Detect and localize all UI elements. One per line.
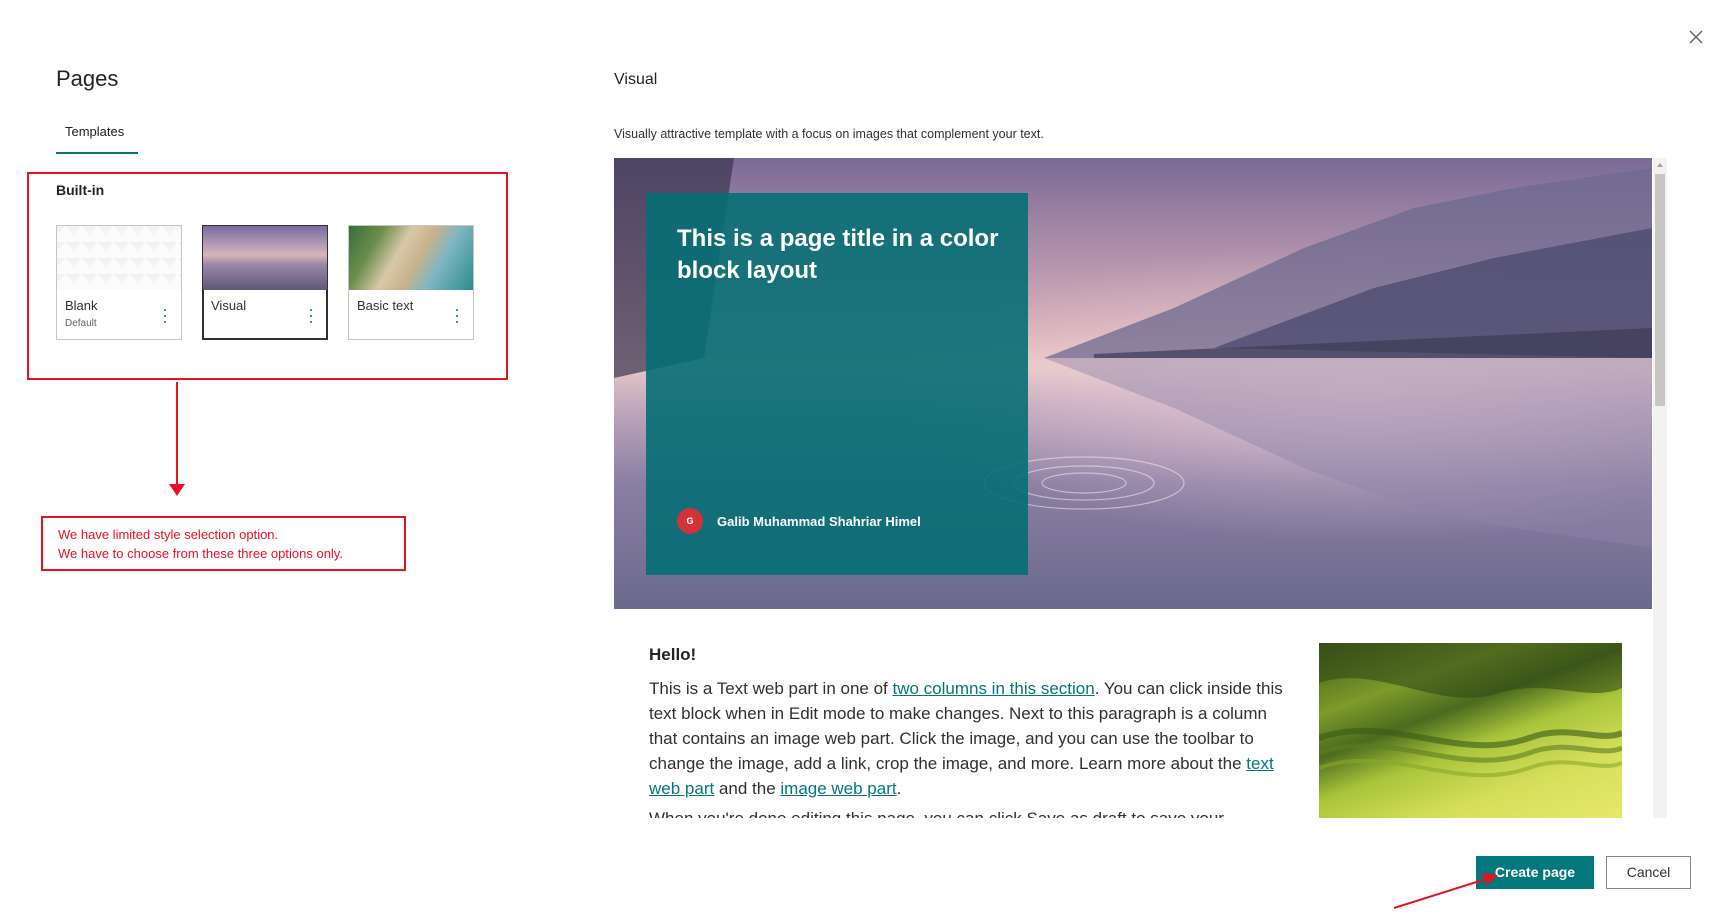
author-name: Galib Muhammad Shahriar Himel bbox=[717, 514, 921, 529]
basic-text-thumbnail bbox=[349, 226, 473, 290]
template-card-basic-text[interactable]: Basic text bbox=[348, 225, 474, 340]
title-color-block: This is a page title in a color block la… bbox=[646, 193, 1028, 575]
template-name: Visual bbox=[211, 298, 247, 313]
body-next-line: When you're done editing this page, you … bbox=[649, 806, 1289, 818]
template-card-visual[interactable]: Visual bbox=[202, 225, 328, 340]
close-icon bbox=[1689, 30, 1703, 44]
link-two-columns[interactable]: two columns in this section bbox=[892, 679, 1094, 698]
annotation-line-1: We have limited style selection option. bbox=[58, 527, 279, 542]
section-title: Built-in bbox=[56, 182, 105, 198]
template-name: Blank bbox=[65, 298, 98, 313]
preview-description: Visually attractive template with a focu… bbox=[614, 127, 1044, 141]
body-text-run: This is a Text web part in one of bbox=[649, 679, 893, 698]
body-text-run: . bbox=[896, 779, 902, 798]
link-image-web-part[interactable]: image web part bbox=[780, 779, 896, 798]
body-paragraph: This is a Text web part in one of two co… bbox=[649, 676, 1289, 801]
preview-scrollbar[interactable] bbox=[1653, 158, 1667, 818]
hero-image: This is a page title in a color block la… bbox=[614, 158, 1652, 609]
close-button[interactable] bbox=[1685, 26, 1707, 48]
scroll-up-icon[interactable] bbox=[1657, 163, 1663, 167]
more-options-icon[interactable] bbox=[305, 306, 317, 326]
preview-title: Visual bbox=[614, 71, 658, 88]
template-name: Basic text bbox=[357, 298, 414, 313]
annotation-note: We have limited style selection option. … bbox=[41, 516, 406, 571]
visual-thumbnail bbox=[203, 226, 327, 290]
template-preview[interactable]: This is a page title in a color block la… bbox=[614, 158, 1667, 818]
annotation-arrow-diagonal bbox=[1393, 873, 1498, 909]
annotation-arrow-down bbox=[176, 382, 178, 490]
hills-image bbox=[1319, 643, 1622, 818]
tab-underline bbox=[56, 152, 138, 154]
annotation-line-2: We have to choose from these three optio… bbox=[58, 546, 343, 561]
template-sub: Default bbox=[65, 318, 97, 329]
annotation-arrow-head bbox=[169, 484, 185, 496]
more-options-icon[interactable] bbox=[451, 306, 463, 326]
blank-thumbnail bbox=[57, 226, 181, 290]
section-heading: Hello! bbox=[649, 645, 697, 664]
panel-title: Pages bbox=[56, 66, 119, 91]
cancel-button[interactable]: Cancel bbox=[1606, 856, 1691, 889]
hills-art bbox=[1319, 643, 1622, 778]
avatar: G bbox=[677, 508, 703, 534]
tab-templates[interactable]: Templates bbox=[65, 124, 124, 139]
more-options-icon[interactable] bbox=[159, 306, 171, 326]
template-card-blank[interactable]: Blank Default bbox=[56, 225, 182, 340]
scrollbar-thumb[interactable] bbox=[1655, 174, 1665, 406]
hero-title: This is a page title in a color block la… bbox=[677, 225, 999, 284]
body-text-run: and the bbox=[714, 779, 781, 798]
